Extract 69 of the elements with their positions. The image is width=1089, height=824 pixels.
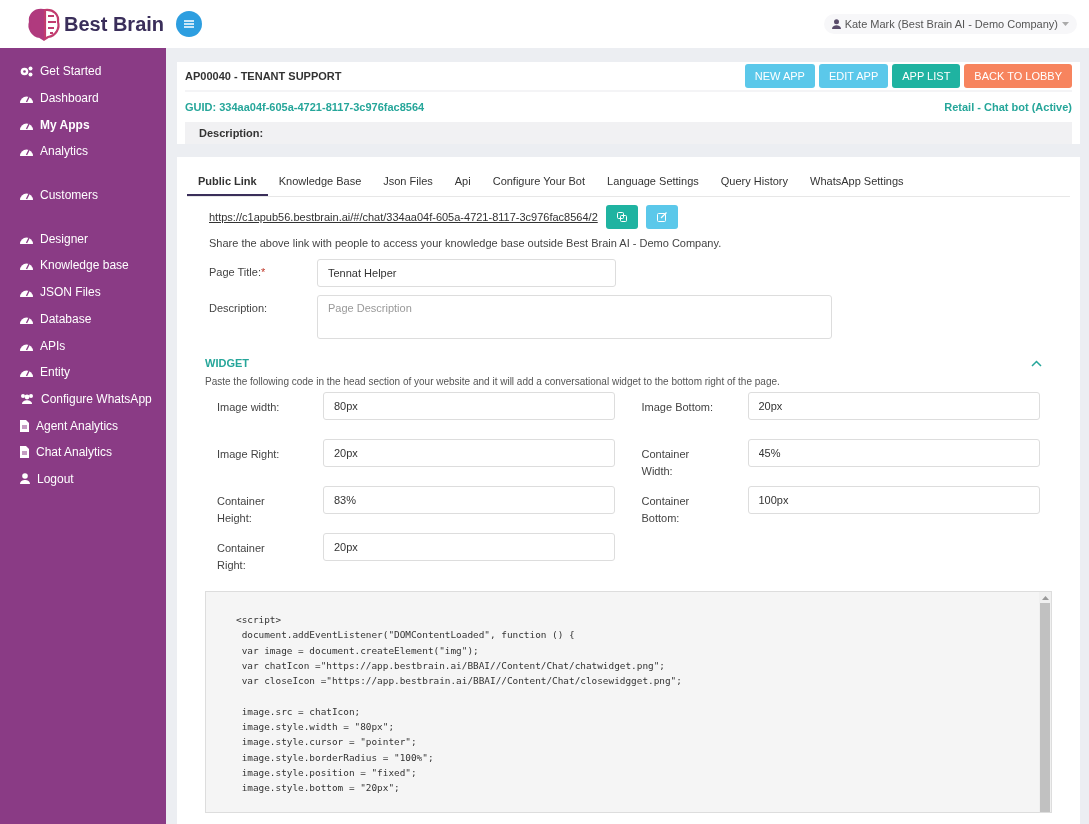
widget-field-label: Image Right: (217, 447, 281, 462)
sidebar-item[interactable]: Chat Analytics (20, 438, 166, 466)
widget-heading: WIDGET (205, 357, 249, 369)
user-icon (20, 473, 30, 485)
sidebar-item[interactable]: Customers (20, 181, 166, 209)
tab[interactable]: WhatsApp Settings (799, 167, 915, 196)
public-link[interactable]: https://c1apub56.bestbrain.ai/#/chat/334aa04f-605a-4721-8117-3c976fac8564/2 (209, 211, 598, 223)
sidebar-item[interactable]: Entity (20, 358, 166, 386)
sidebar-item[interactable]: JSON Files (20, 278, 166, 306)
widget-field[interactable]: 100px (747, 486, 1040, 514)
app-guid: GUID: 334aa04f-605a-4721-8117-3c976fac8564 (185, 101, 425, 113)
widget-field-label: Container Bottom: (641, 494, 691, 526)
widget-field-label: Image width: (217, 400, 281, 415)
brand-name: Best Brain (64, 12, 165, 36)
sidebar-item[interactable]: Configure WhatsApp (20, 385, 166, 413)
widget-field-label: Container Width: (641, 447, 691, 479)
user-icon (831, 19, 841, 29)
edit-icon (656, 212, 667, 222)
edit-button[interactable] (645, 205, 678, 229)
tab[interactable]: Json Files (372, 167, 444, 196)
sidebar-item[interactable]: Logout (20, 465, 166, 493)
widget-field[interactable]: 20px (323, 439, 615, 467)
widget-hint: Paste the following code in the head section of your website and it will add a conversational widget to the bottom right of the page. (205, 376, 781, 387)
sidebar-item[interactable]: APIs (20, 332, 166, 359)
page-title-field[interactable]: Tennat Helper (317, 259, 616, 287)
tab[interactable]: Public Link (187, 167, 268, 196)
sidebar-item[interactable]: Designer (20, 225, 166, 253)
caret-down-icon (1062, 22, 1069, 26)
sidebar-item[interactable]: Agent Analytics (20, 412, 166, 439)
widget-field-label: Container Height: (217, 494, 266, 526)
tab[interactable]: Configure Your Bot (481, 167, 597, 196)
widget-field[interactable]: 45% (747, 439, 1040, 467)
menu-icon (184, 20, 195, 28)
copy-icon (616, 212, 627, 222)
sidebar-item[interactable]: Analytics (20, 138, 166, 165)
gears-icon (20, 65, 33, 77)
widget-field[interactable]: 83% (323, 486, 615, 514)
sidebar-item[interactable]: Database (20, 305, 166, 333)
widget-field[interactable]: 20px (323, 533, 615, 561)
users-icon (20, 393, 34, 405)
page-title-label: Page Title:* (209, 265, 267, 280)
description-label: Description: (199, 127, 264, 139)
widget-field[interactable]: 80px (323, 392, 615, 420)
widget-field-label: Image Bottom: (641, 400, 715, 415)
share-text: Share the above link with people to access your knowledge base outside Best Brain AI - Demo Company. (209, 237, 723, 249)
user-menu[interactable]: Kate Mark (Best Brain AI - Demo Company) (823, 14, 1077, 34)
tab[interactable]: Query History (709, 167, 800, 196)
sidebar-item[interactable]: My Apps (20, 111, 166, 139)
tab[interactable]: Api (443, 167, 482, 196)
page-description-field[interactable]: Page Description (317, 295, 832, 339)
sidebar-item[interactable]: Get Started (20, 58, 166, 85)
scrollbar[interactable] (1039, 592, 1051, 812)
file-icon (20, 419, 29, 432)
copy-button[interactable] (605, 205, 638, 229)
brain-logo-icon (26, 6, 62, 42)
description-field-label: Description: (209, 301, 269, 316)
app-status: Retail - Chat bot (Active) (944, 101, 1072, 113)
menu-button[interactable] (176, 11, 203, 37)
sidebar-item[interactable]: Knowledge base (20, 252, 166, 279)
chevron-up-icon[interactable] (1031, 359, 1042, 367)
code-text: <script> document.addEventListener("DOMContentLoaded", function () { var image = document.createElement("img"); var chatIcon ="https://app.bestbrain.ai/BBAI//Content/Chat/chatwidget.png"; var closeIcon ="https://app.bestbrain.ai/BBAI//Content/Chat/closewidgget.png"; image.src = chatIcon; image.style.width = "80px"; image.style.cursor = "pointer"; image.style.borderRadius = "100%"; image.style.position = "fixed"; image.style.bottom = "20px"; (235, 613, 683, 796)
file-icon (20, 446, 29, 459)
app-title: AP00040 - TENANT SUPPORT (185, 70, 342, 82)
widget-field-label: Container Right: (217, 541, 266, 573)
scroll-up-icon[interactable] (1041, 596, 1049, 600)
tab[interactable]: Knowledge Base (267, 167, 373, 196)
tab[interactable]: Language Settings (596, 167, 710, 196)
sidebar-item[interactable]: Dashboard (20, 84, 166, 112)
widget-field[interactable]: 20px (747, 392, 1040, 420)
